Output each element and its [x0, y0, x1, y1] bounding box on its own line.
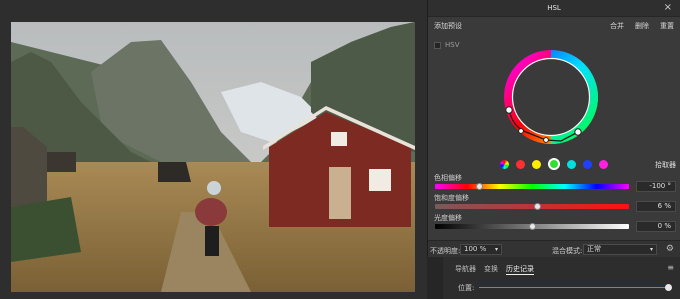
hsv-option[interactable]: HSV — [434, 41, 460, 49]
chevron-down-icon: ▾ — [494, 246, 498, 253]
panel-menu-icon[interactable]: ≡ — [667, 263, 674, 272]
reset-button[interactable]: 重置 — [660, 21, 674, 31]
opacity-select[interactable]: 100 % ▾ — [460, 244, 502, 255]
studio-panel: 导航器 变换 历史记录 ≡ 位置: — [427, 257, 680, 299]
hue-shift-label: 色相偏移 — [434, 174, 462, 182]
gear-icon[interactable]: ⚙ — [666, 244, 674, 254]
swatch-red[interactable] — [516, 159, 525, 169]
swatch-green[interactable] — [548, 158, 560, 170]
hue-shift-thumb[interactable] — [476, 183, 483, 190]
luminosity-shift-slider[interactable] — [435, 223, 629, 230]
luminosity-shift-label: 光度偏移 — [434, 214, 462, 222]
opacity-value: 100 % — [464, 245, 487, 253]
hue-shift-value[interactable]: -100 ° — [636, 181, 676, 192]
opacity-label: 不透明度: — [430, 247, 461, 255]
color-swatches — [500, 158, 608, 170]
swatch-magenta[interactable] — [599, 159, 608, 169]
chevron-down-icon: ▾ — [649, 246, 653, 253]
swatch-blue[interactable] — [583, 159, 592, 169]
luminosity-shift-thumb[interactable] — [529, 223, 536, 230]
hsv-checkbox[interactable] — [434, 41, 441, 49]
hue-wheel[interactable] — [501, 47, 601, 147]
tab-transform[interactable]: 变换 — [484, 264, 498, 275]
tab-history[interactable]: 历史记录 — [506, 264, 534, 275]
saturation-shift-slider[interactable] — [435, 203, 629, 210]
blend-mode-value: 正常 — [587, 245, 601, 253]
blend-mode-label: 混合模式: — [552, 247, 583, 255]
add-preset-button[interactable]: 添加预设 — [434, 21, 462, 31]
swatch-yellow[interactable] — [532, 159, 541, 169]
position-slider-thumb[interactable] — [665, 284, 672, 291]
swatch-master[interactable] — [500, 159, 509, 169]
preset-toolbar: 添加预设 合并 删除 重置 — [428, 17, 680, 32]
position-label: 位置: — [458, 284, 475, 292]
blend-mode-select[interactable]: 正常 ▾ — [583, 244, 657, 255]
panel-tabs: 导航器 变换 历史记录 — [455, 264, 534, 275]
position-slider[interactable] — [479, 287, 670, 288]
saturation-shift-thumb[interactable] — [534, 203, 541, 210]
tab-navigator[interactable]: 导航器 — [455, 264, 476, 275]
hsl-dialog: HSL × 添加预设 合并 删除 重置 HSV 拾取器 色相偏移 -100 ° … — [427, 0, 680, 257]
layer-options-row: 不透明度: 100 % ▾ 混合模式: 正常 ▾ ⚙ — [428, 240, 680, 257]
saturation-shift-value[interactable]: 6 % — [636, 201, 676, 212]
picker-button[interactable]: 拾取器 — [655, 160, 676, 170]
document-photo[interactable] — [11, 22, 415, 292]
delete-button[interactable]: 删除 — [635, 21, 649, 31]
close-icon[interactable]: × — [664, 2, 672, 13]
luminosity-shift-value[interactable]: 0 % — [636, 221, 676, 232]
hsv-label: HSV — [445, 41, 460, 49]
merge-button[interactable]: 合并 — [610, 21, 624, 31]
saturation-shift-label: 饱和度偏移 — [434, 194, 469, 202]
swatch-cyan[interactable] — [567, 159, 576, 169]
dialog-titlebar[interactable]: HSL × — [428, 0, 680, 17]
canvas-area[interactable] — [0, 0, 427, 299]
dialog-title: HSL — [547, 4, 561, 12]
hue-shift-slider[interactable] — [435, 183, 629, 190]
panel-side-strip — [427, 257, 443, 299]
